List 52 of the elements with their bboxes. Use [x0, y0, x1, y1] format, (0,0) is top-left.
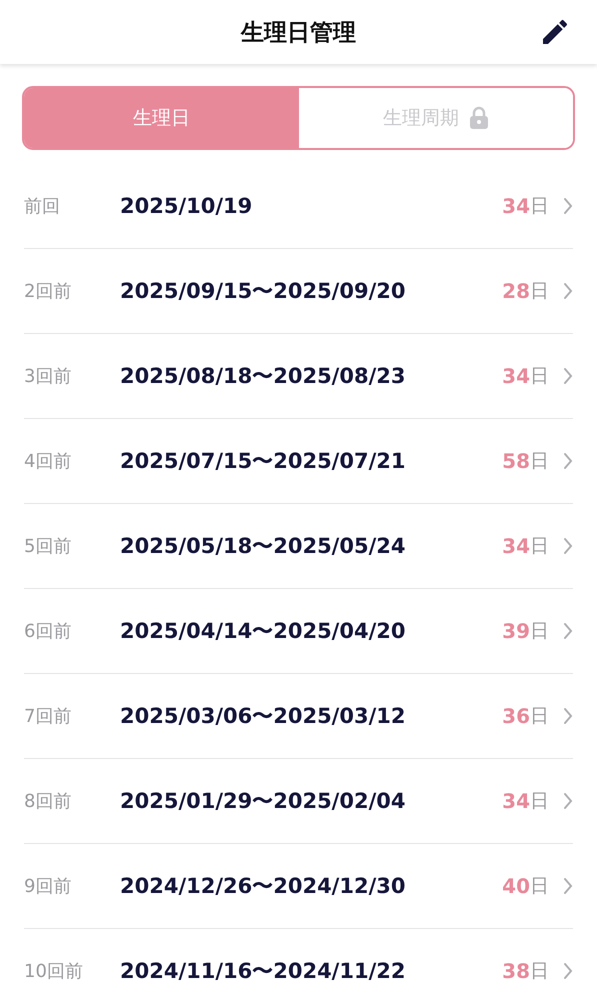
period-dates: 2025/07/15〜2025/07/21	[120, 448, 406, 475]
page-title: 生理日管理	[241, 18, 356, 48]
period-dates: 2025/05/18〜2025/05/24	[120, 533, 406, 560]
chevron-right-icon[interactable]	[563, 962, 573, 980]
cycle-days: 38	[502, 959, 530, 983]
cycle-days: 58	[502, 449, 530, 473]
record-label: 6回前	[24, 620, 72, 643]
days-unit: 日	[530, 194, 549, 219]
record-label: 5回前	[24, 535, 72, 558]
days-unit: 日	[530, 279, 549, 304]
segment-tab[interactable]: 生理日	[24, 88, 298, 148]
record-label: 7回前	[24, 705, 72, 728]
chevron-right-icon[interactable]	[563, 282, 573, 300]
cycle-days: 34	[502, 534, 530, 558]
chevron-right-icon[interactable]	[563, 367, 573, 385]
chevron-right-icon[interactable]	[563, 877, 573, 895]
days-unit: 日	[530, 449, 549, 474]
days-unit: 日	[530, 619, 549, 644]
cycle-days: 34	[502, 364, 530, 388]
record-label: 前回	[24, 195, 61, 218]
record-label: 10回前	[24, 960, 84, 983]
chevron-right-icon[interactable]	[563, 452, 573, 470]
chevron-right-icon[interactable]	[563, 197, 573, 215]
days-unit: 日	[530, 959, 549, 984]
cycle-days: 34	[502, 194, 530, 218]
chevron-right-icon[interactable]	[563, 707, 573, 725]
days-unit: 日	[530, 364, 549, 389]
period-dates: 2024/12/26〜2024/12/30	[120, 873, 406, 900]
chevron-right-icon[interactable]	[563, 537, 573, 555]
record-label: 4回前	[24, 450, 72, 473]
period-dates: 2025/08/18〜2025/08/23	[120, 363, 406, 390]
record-label: 3回前	[24, 365, 72, 388]
days-unit: 日	[530, 534, 549, 559]
period-dates: 2025/04/14〜2025/04/20	[120, 618, 406, 645]
period-dates: 2024/11/16〜2024/11/22	[120, 958, 406, 985]
cycle-days: 28	[502, 279, 530, 303]
period-dates: 2025/10/19	[120, 194, 254, 218]
days-unit: 日	[530, 874, 549, 899]
chevron-right-icon[interactable]	[563, 792, 573, 810]
record-label: 2回前	[24, 280, 72, 303]
period-dates: 2025/09/15〜2025/09/20	[120, 278, 406, 305]
days-unit: 日	[530, 789, 549, 814]
record-label: 9回前	[24, 875, 72, 898]
period-dates: 2025/03/06〜2025/03/12	[120, 703, 406, 730]
cycle-days: 39	[502, 619, 530, 643]
chevron-right-icon[interactable]	[563, 622, 573, 640]
cycle-days: 34	[502, 789, 530, 813]
record-label: 8回前	[24, 790, 72, 813]
period-dates: 2025/01/29〜2025/02/04	[120, 788, 406, 815]
cycle-days: 36	[502, 704, 530, 728]
days-unit: 日	[530, 704, 549, 729]
cycle-days: 40	[502, 874, 530, 898]
